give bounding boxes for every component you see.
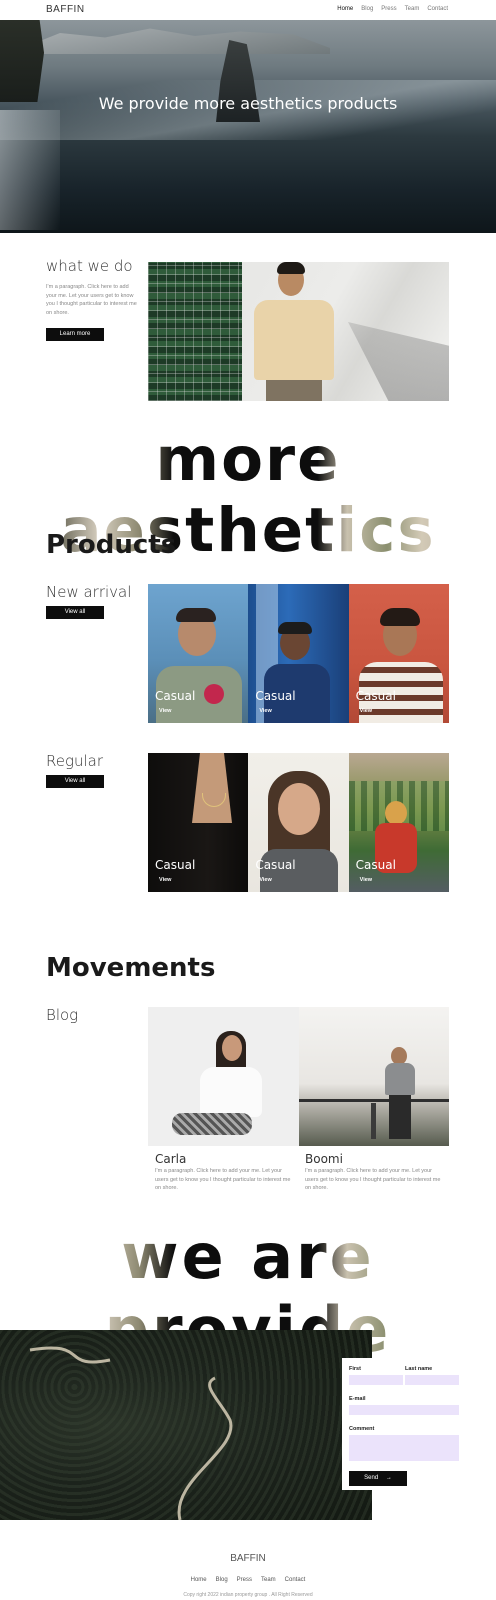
product-view-link[interactable]: View bbox=[360, 708, 372, 714]
blog-railing bbox=[298, 1099, 449, 1102]
product-neck bbox=[192, 753, 232, 823]
hero-mountains bbox=[30, 28, 330, 54]
blog-person-shirt bbox=[200, 1067, 262, 1117]
product-tile[interactable]: Casual View bbox=[348, 753, 449, 892]
last-name-label: Last name bbox=[405, 1366, 433, 1372]
regular-grid: Casual View Casual View Casual View bbox=[148, 753, 449, 892]
blog-person-shirt bbox=[384, 1063, 415, 1095]
last-name-field[interactable] bbox=[405, 1375, 459, 1385]
nav-team[interactable]: Team bbox=[405, 6, 420, 12]
new-arrival-title: New arrival bbox=[46, 583, 132, 601]
product-label: Casual bbox=[355, 858, 396, 872]
new-arrival-view-all-button[interactable]: View all bbox=[46, 606, 104, 619]
regular-title: Regular bbox=[46, 752, 104, 770]
product-person-hair bbox=[176, 608, 216, 622]
product-tile[interactable]: Casual View bbox=[148, 753, 249, 892]
product-tile[interactable]: Casual View bbox=[348, 584, 449, 723]
product-view-link[interactable]: View bbox=[159, 877, 171, 883]
contact-form: First Last name E-mail Comment Send → bbox=[342, 1358, 471, 1490]
main-nav: Home Blog Press Team Contact bbox=[337, 6, 448, 12]
product-label: Casual bbox=[355, 689, 396, 703]
forest-road-image bbox=[0, 1330, 372, 1520]
road-path bbox=[29, 1346, 233, 1520]
product-flower bbox=[204, 684, 224, 704]
product-person-hat bbox=[278, 622, 313, 634]
person-pants bbox=[266, 380, 322, 401]
nav-press[interactable]: Press bbox=[381, 6, 396, 12]
person-shirt bbox=[254, 300, 334, 380]
nav-blog[interactable]: Blog bbox=[361, 6, 373, 12]
site-logo[interactable]: BAFFIN bbox=[46, 4, 85, 15]
products-title: Products bbox=[46, 530, 177, 560]
product-tile[interactable]: Casual View bbox=[148, 584, 249, 723]
nav-home[interactable]: Home bbox=[337, 6, 353, 12]
person-hair bbox=[277, 262, 305, 274]
blog-title: Blog bbox=[46, 1006, 79, 1024]
footer-nav-press[interactable]: Press bbox=[237, 1577, 252, 1583]
product-tile[interactable]: Casual View bbox=[248, 584, 349, 723]
comment-label: Comment bbox=[349, 1426, 375, 1432]
hero-surf bbox=[0, 110, 60, 230]
product-label: Casual bbox=[255, 858, 296, 872]
hero-title: We provide more aesthetics products bbox=[98, 94, 398, 113]
footer-nav-team[interactable]: Team bbox=[261, 1577, 276, 1583]
first-name-field[interactable] bbox=[349, 1375, 403, 1385]
product-person-hair bbox=[384, 801, 407, 825]
email-field[interactable] bbox=[349, 1405, 459, 1415]
hero-cliff bbox=[0, 20, 44, 102]
plants-photo bbox=[148, 262, 242, 401]
product-view-link[interactable]: View bbox=[159, 708, 171, 714]
product-person-hair bbox=[379, 608, 420, 626]
blog-post-name[interactable]: Carla bbox=[155, 1152, 186, 1166]
footer-nav-blog[interactable]: Blog bbox=[216, 1577, 228, 1583]
blog-post-image[interactable] bbox=[148, 1007, 299, 1146]
product-label: Casual bbox=[155, 689, 196, 703]
blog-post-text: I'm a paragraph. Click here to add your … bbox=[155, 1168, 291, 1191]
first-name-label: First bbox=[349, 1366, 361, 1372]
blog-person-pants bbox=[172, 1113, 252, 1135]
footer-nav-contact[interactable]: Contact bbox=[285, 1577, 306, 1583]
what-we-do-text: I'm a paragraph. Click here to add your … bbox=[46, 284, 137, 316]
send-button[interactable]: Send → bbox=[349, 1471, 407, 1486]
blog-bollard bbox=[370, 1103, 376, 1139]
blog-person-face bbox=[222, 1035, 242, 1061]
product-label: Casual bbox=[255, 689, 296, 703]
product-view-link[interactable]: View bbox=[259, 877, 271, 883]
arrow-right-icon: → bbox=[385, 1475, 392, 1481]
footer-nav: Home Blog Press Team Contact bbox=[0, 1577, 496, 1583]
footer-logo[interactable]: BAFFIN bbox=[0, 1553, 496, 1564]
new-arrival-grid: Casual View Casual View Casual View bbox=[148, 584, 449, 723]
comment-field[interactable] bbox=[349, 1435, 459, 1461]
footer-nav-home[interactable]: Home bbox=[191, 1577, 207, 1583]
email-label: E-mail bbox=[349, 1396, 366, 1402]
product-tile[interactable]: Casual View bbox=[248, 753, 349, 892]
blog-post-text: I'm a paragraph. Click here to add your … bbox=[305, 1168, 441, 1191]
blog-post-name[interactable]: Boomi bbox=[305, 1152, 343, 1166]
product-view-link[interactable]: View bbox=[259, 708, 271, 714]
nav-contact[interactable]: Contact bbox=[427, 6, 448, 12]
copyright-text: Copy right 2022 indian property group . … bbox=[183, 1592, 313, 1598]
regular-view-all-button[interactable]: View all bbox=[46, 775, 104, 788]
blog-person-pants bbox=[388, 1095, 411, 1139]
product-label: Casual bbox=[155, 858, 196, 872]
site-header: BAFFIN Home Blog Press Team Contact bbox=[0, 0, 496, 20]
learn-more-button[interactable]: Learn more bbox=[46, 328, 104, 341]
movements-title: Movements bbox=[46, 953, 216, 983]
send-label: Send bbox=[364, 1475, 379, 1481]
blog-post-image[interactable] bbox=[298, 1007, 449, 1146]
what-we-do-image bbox=[148, 262, 449, 401]
product-view-link[interactable]: View bbox=[360, 877, 372, 883]
hero-banner: We provide more aesthetics products bbox=[0, 20, 496, 233]
what-we-do-title: what we do bbox=[46, 257, 133, 275]
blog-grid bbox=[148, 1007, 449, 1146]
